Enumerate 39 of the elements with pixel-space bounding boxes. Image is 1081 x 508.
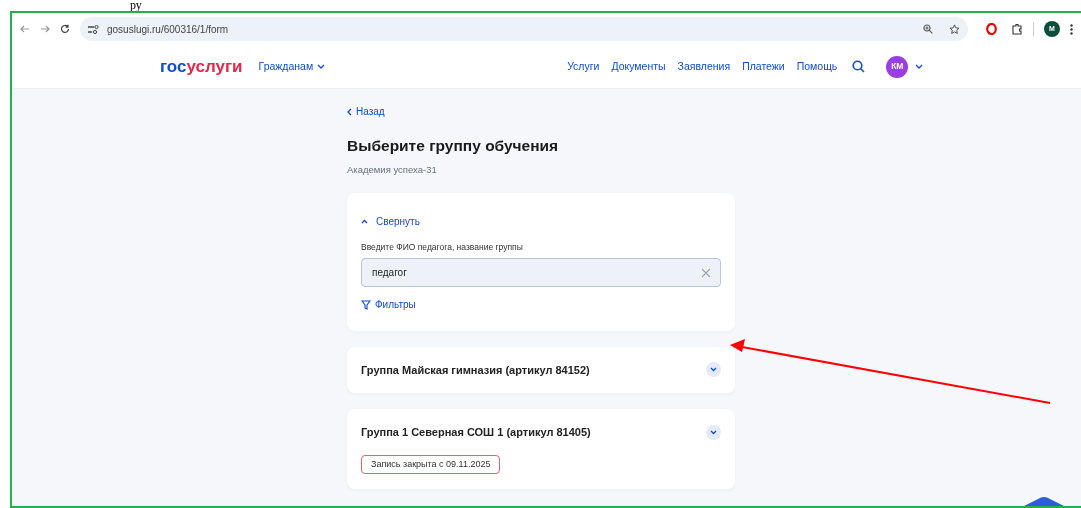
nav-link[interactable]: Услуги — [567, 58, 600, 75]
caret-icon — [317, 64, 326, 69]
chevron-left-icon — [347, 107, 352, 116]
caret-icon[interactable] — [915, 64, 924, 69]
extensions-icon[interactable] — [1011, 23, 1023, 35]
ring-icon[interactable] — [986, 23, 997, 35]
filter-icon — [361, 299, 371, 310]
group-card[interactable]: Группа 1 Северная СОШ 1 (артикул 81405) Запись закрыта с 09.11.2025 — [347, 409, 735, 490]
search-icon[interactable] — [852, 60, 866, 73]
forward-arrow-icon[interactable] — [40, 24, 50, 34]
organization-name: Академия успеха-31 — [347, 163, 438, 178]
page-title: Выберите группу обучения — [347, 136, 560, 156]
back-arrow-icon[interactable] — [20, 24, 30, 34]
user-avatar[interactable]: КМ — [886, 55, 909, 78]
group-card[interactable]: Группа Майская гимназия (артикул 84152) — [347, 346, 735, 394]
site-logo[interactable]: госуслуги — [160, 53, 243, 80]
filters-link[interactable]: Фильтры — [361, 297, 416, 313]
group-title: Группа 1 Северная СОШ 1 (артикул 81405) — [361, 425, 591, 441]
chevron-icon[interactable] — [706, 362, 721, 378]
back-link[interactable]: Назад — [347, 104, 385, 119]
nav-link[interactable]: Помощь — [796, 58, 838, 75]
field-label: Введите ФИО педагога, название группы — [361, 241, 524, 255]
nav-link[interactable]: Документы — [611, 58, 666, 75]
nav-link[interactable]: Платежи — [742, 58, 785, 75]
star-icon[interactable] — [949, 23, 960, 35]
chevron-icon[interactable] — [706, 424, 721, 440]
chevron-up-icon — [361, 219, 368, 225]
reload-icon[interactable] — [60, 24, 70, 34]
address-bar[interactable]: gosuslugi.ru/600316/1/form — [80, 17, 968, 41]
collapse-toggle[interactable]: Свернуть — [361, 214, 420, 230]
search-field[interactable]: педагог — [361, 258, 721, 288]
nav-link[interactable]: Заявления — [677, 58, 731, 75]
audience-dropdown[interactable]: Гражданам — [258, 58, 326, 75]
site-settings-icon[interactable] — [88, 24, 99, 34]
zoom-icon[interactable] — [923, 24, 933, 34]
url-text: gosuslugi.ru/600316/1/form — [107, 22, 229, 37]
status-badge: Запись закрыта с 09.11.2025 — [361, 454, 501, 475]
more-menu-icon[interactable] — [1070, 23, 1073, 35]
group-title: Группа Майская гимназия (артикул 84152) — [361, 362, 590, 378]
